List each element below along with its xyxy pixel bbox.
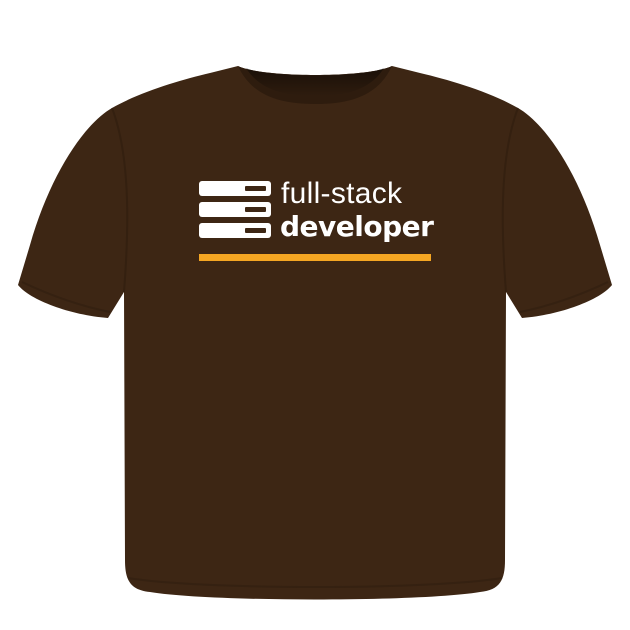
stack-slot (245, 207, 266, 212)
stack-layer-3 (199, 223, 271, 238)
stack-layer-2 (199, 202, 271, 217)
print-text-full-stack: full-stack (281, 177, 403, 210)
stack-slot (245, 228, 266, 233)
tshirt-body (18, 66, 612, 600)
stack-layer-1 (199, 181, 271, 196)
shirt-print: full-stack developer (199, 176, 434, 266)
print-text-developer: developer (280, 210, 434, 243)
tshirt-graphic (18, 66, 612, 600)
product-image: full-stack developer (0, 0, 630, 630)
stack-slot (245, 186, 266, 191)
accent-underline (199, 254, 431, 261)
server-stack-icon (199, 181, 271, 238)
